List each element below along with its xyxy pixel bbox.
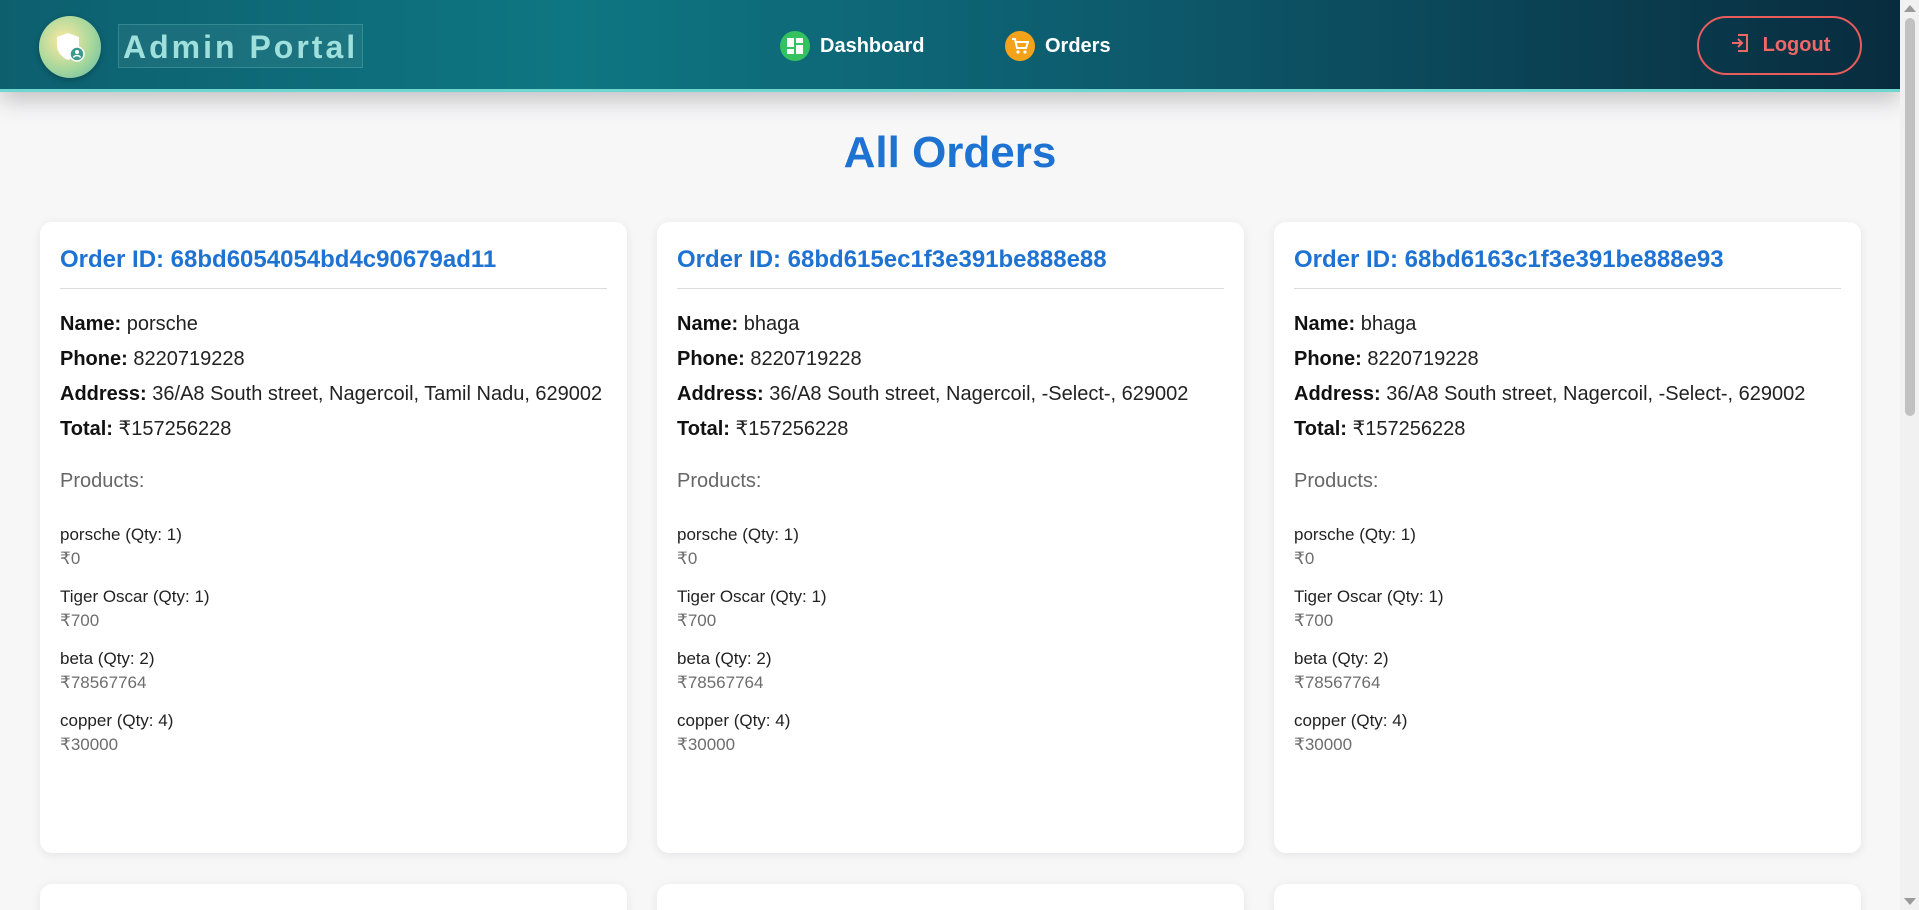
nav-dashboard[interactable]: Dashboard [780,30,924,62]
order-card-partial [1274,884,1861,910]
nav-orders-label: Orders [1045,34,1111,57]
dashboard-grid-icon [780,31,810,61]
product-price: ₹0 [677,549,698,568]
product-price: ₹700 [677,611,717,630]
product-item: beta (Qty: 2) ₹78567764 [677,647,1224,695]
order-phone: Phone: 8220719228 [60,348,245,370]
order-phone: Phone: 8220719228 [1294,348,1479,370]
order-name: Name: bhaga [1294,313,1417,335]
scrollbar-thumb[interactable] [1905,18,1915,416]
product-item: porsche (Qty: 1) ₹0 [677,523,1224,571]
order-card: Order ID: 68bd6163c1f3e391be888e93 Name:… [1274,222,1861,853]
order-card: Order ID: 68bd6054054bd4c90679ad11 Name:… [40,222,627,853]
nav-orders[interactable]: Orders [1005,30,1111,62]
product-name: Tiger Oscar (Qty: 1) [60,587,210,606]
order-id: Order ID: 68bd6163c1f3e391be888e93 [1294,246,1841,289]
products-heading: Products: [677,470,762,492]
order-id: Order ID: 68bd615ec1f3e391be888e88 [677,246,1224,289]
product-name: copper (Qty: 4) [60,711,174,730]
product-name: copper (Qty: 4) [1294,711,1408,730]
product-item: Tiger Oscar (Qty: 1) ₹700 [1294,585,1841,633]
order-total: Total: ₹157256228 [60,418,232,440]
product-item: porsche (Qty: 1) ₹0 [1294,523,1841,571]
product-price: ₹0 [60,549,81,568]
product-price: ₹700 [1294,611,1334,630]
product-item: Tiger Oscar (Qty: 1) ₹700 [677,585,1224,633]
product-price: ₹30000 [1294,735,1353,754]
order-id: Order ID: 68bd6054054bd4c90679ad11 [60,246,607,289]
product-name: Tiger Oscar (Qty: 1) [1294,587,1444,606]
product-name: copper (Qty: 4) [677,711,791,730]
product-price: ₹700 [60,611,100,630]
order-card: Order ID: 68bd615ec1f3e391be888e88 Name:… [657,222,1244,853]
cart-icon [1005,31,1035,61]
product-price: ₹0 [1294,549,1315,568]
top-navbar: Admin Portal Dashboard Orders Logout [0,0,1900,92]
nav-dashboard-label: Dashboard [820,34,925,57]
product-price: ₹30000 [60,735,119,754]
vertical-scrollbar[interactable] [1900,0,1919,910]
logout-button[interactable]: Logout [1697,16,1862,75]
order-card-partial [657,884,1244,910]
product-price: ₹78567764 [60,673,147,692]
order-total: Total: ₹157256228 [677,418,849,440]
product-item: beta (Qty: 2) ₹78567764 [1294,647,1841,695]
product-name: beta (Qty: 2) [60,649,155,668]
product-price: ₹78567764 [1294,673,1381,692]
order-address: Address: 36/A8 South street, Nagercoil, … [60,383,603,405]
product-item: copper (Qty: 4) ₹30000 [1294,709,1841,757]
product-item: beta (Qty: 2) ₹78567764 [60,647,607,695]
product-name: Tiger Oscar (Qty: 1) [677,587,827,606]
order-name: Name: porsche [60,313,198,335]
product-name: beta (Qty: 2) [677,649,772,668]
shield-user-logo-icon [39,16,101,78]
scroll-down-arrow-icon[interactable] [1904,898,1916,905]
product-item: porsche (Qty: 1) ₹0 [60,523,607,571]
product-name: porsche (Qty: 1) [677,525,799,544]
product-name: beta (Qty: 2) [1294,649,1389,668]
product-name: porsche (Qty: 1) [1294,525,1416,544]
product-item: copper (Qty: 4) ₹30000 [677,709,1224,757]
order-address: Address: 36/A8 South street, Nagercoil, … [1294,383,1806,405]
product-price: ₹78567764 [677,673,764,692]
order-name: Name: bhaga [677,313,800,335]
products-heading: Products: [60,470,145,492]
product-price: ₹30000 [677,735,736,754]
order-address: Address: 36/A8 South street, Nagercoil, … [677,383,1189,405]
brand-title: Admin Portal [118,24,364,68]
scroll-up-arrow-icon[interactable] [1904,5,1916,12]
page-title: All Orders [843,128,1057,177]
logout-label: Logout [1762,34,1831,56]
logout-icon [1729,32,1751,60]
order-card-partial [40,884,627,910]
order-phone: Phone: 8220719228 [677,348,862,370]
product-item: Tiger Oscar (Qty: 1) ₹700 [60,585,607,633]
order-total: Total: ₹157256228 [1294,418,1466,440]
product-name: porsche (Qty: 1) [60,525,182,544]
product-item: copper (Qty: 4) ₹30000 [60,709,607,757]
products-heading: Products: [1294,470,1379,492]
